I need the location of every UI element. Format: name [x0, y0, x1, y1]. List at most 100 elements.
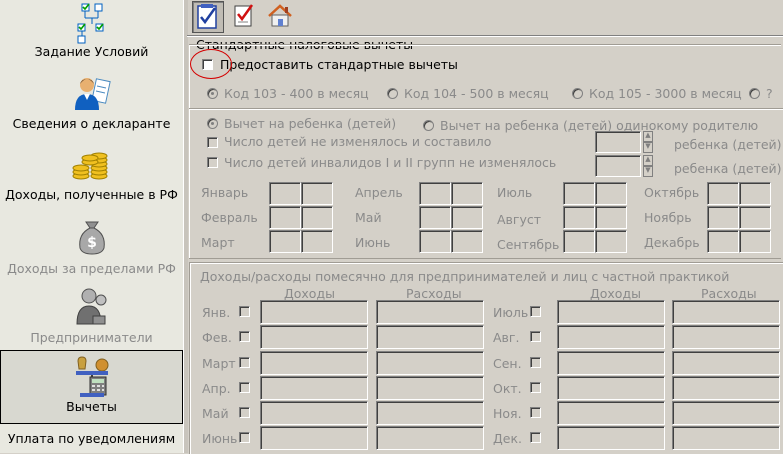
month-label: Ноябрь	[644, 210, 692, 225]
month-input[interactable]	[451, 206, 483, 229]
biz-income-input[interactable]	[260, 426, 368, 450]
month-input[interactable]	[563, 206, 595, 229]
month-input[interactable]	[739, 182, 771, 205]
disabled-children-input[interactable]	[595, 155, 641, 177]
biz-month-checkbox[interactable]	[530, 306, 541, 317]
biz-expense-input[interactable]	[376, 351, 484, 375]
month-input[interactable]	[451, 182, 483, 205]
sidebar-item-income-abroad[interactable]: $ Доходы за пределами РФ	[0, 216, 183, 278]
biz-income-input[interactable]	[557, 325, 665, 349]
biz-month-checkbox[interactable]	[530, 357, 541, 368]
disabled-children-spin-down[interactable]: ▼	[643, 166, 653, 177]
month-input[interactable]	[419, 206, 451, 229]
children-count-checkbox[interactable]	[207, 137, 218, 148]
month-input[interactable]	[419, 230, 451, 253]
sidebar-item-notification-payment[interactable]: Уплата по уведомлениям	[0, 430, 183, 453]
single-parent-radio[interactable]	[423, 120, 434, 131]
biz-income-input[interactable]	[260, 351, 368, 375]
biz-expense-input[interactable]	[672, 351, 780, 375]
code-105-radio[interactable]	[572, 88, 583, 99]
sidebar-item-deductions[interactable]: Вычеты	[0, 350, 183, 424]
month-input[interactable]	[301, 182, 333, 205]
sidebar-item-label: Вычеты	[66, 399, 117, 414]
biz-income-input[interactable]	[260, 325, 368, 349]
children-count-suffix: ребенка (детей)	[674, 137, 782, 152]
toolbar-button-check[interactable]	[229, 1, 261, 33]
biz-expense-input[interactable]	[376, 300, 484, 324]
children-count-spin-down[interactable]: ▼	[643, 142, 653, 153]
month-input[interactable]	[563, 182, 595, 205]
code-other-radio[interactable]	[749, 88, 760, 99]
month-input[interactable]	[707, 182, 739, 205]
children-count-spin-up[interactable]: ▲	[643, 131, 653, 142]
biz-income-input[interactable]	[557, 426, 665, 450]
toolbar-button-checklist[interactable]	[192, 1, 224, 33]
month-label: Май	[355, 210, 382, 225]
biz-month-checkbox[interactable]	[239, 382, 250, 393]
biz-income-input[interactable]	[557, 300, 665, 324]
month-input[interactable]	[451, 230, 483, 253]
code-104-radio[interactable]	[387, 88, 398, 99]
month-input[interactable]	[595, 206, 627, 229]
svg-text:$: $	[87, 235, 97, 251]
disabled-children-checkbox[interactable]	[207, 157, 218, 168]
biz-expense-input[interactable]	[672, 300, 780, 324]
biz-income-input[interactable]	[557, 401, 665, 425]
sidebar-item-entrepreneurs[interactable]: Предприниматели	[0, 286, 183, 348]
month-label: Июль	[497, 185, 533, 200]
sidebar-item-label: Сведения о декларанте	[12, 116, 171, 131]
biz-income-input[interactable]	[557, 376, 665, 400]
month-input[interactable]	[595, 230, 627, 253]
month-input[interactable]	[269, 206, 301, 229]
biz-month-checkbox[interactable]	[530, 407, 541, 418]
biz-month-label: Сен.	[493, 356, 522, 371]
biz-expense-input[interactable]	[376, 376, 484, 400]
biz-expense-input[interactable]	[672, 376, 780, 400]
biz-month-checkbox[interactable]	[530, 432, 541, 443]
month-input[interactable]	[739, 206, 771, 229]
biz-expense-input[interactable]	[672, 401, 780, 425]
code-105-label: Код 105 - 3000 в месяц	[589, 86, 742, 101]
sidebar: Задание Условий Сведения о декларанте До…	[0, 0, 184, 453]
col-expense-header: Расходы	[701, 286, 757, 301]
biz-month-checkbox[interactable]	[239, 357, 250, 368]
biz-expense-input[interactable]	[672, 426, 780, 450]
sidebar-item-declarant[interactable]: Сведения о декларанте	[0, 74, 183, 136]
month-input[interactable]	[301, 230, 333, 253]
biz-month-checkbox[interactable]	[530, 382, 541, 393]
toolbar-button-home[interactable]	[265, 1, 297, 33]
declarant-icon	[74, 78, 111, 110]
biz-month-checkbox[interactable]	[239, 331, 250, 342]
month-input[interactable]	[269, 182, 301, 205]
sidebar-item-conditions[interactable]: Задание Условий	[0, 0, 183, 68]
biz-month-checkbox[interactable]	[239, 432, 250, 443]
month-label: Февраль	[201, 210, 258, 225]
highlight-circle	[190, 49, 232, 79]
code-103-radio[interactable]	[207, 88, 218, 99]
month-input[interactable]	[563, 230, 595, 253]
sidebar-item-income-rf[interactable]: Доходы, полученные в РФ	[0, 146, 183, 206]
biz-income-input[interactable]	[260, 300, 368, 324]
child-deduction-radio[interactable]	[207, 118, 218, 129]
biz-expense-input[interactable]	[376, 426, 484, 450]
sidebar-item-label: Предприниматели	[30, 330, 153, 345]
biz-expense-input[interactable]	[376, 401, 484, 425]
biz-month-checkbox[interactable]	[530, 331, 541, 342]
biz-month-checkbox[interactable]	[239, 407, 250, 418]
biz-expense-input[interactable]	[376, 325, 484, 349]
biz-income-input[interactable]	[260, 376, 368, 400]
biz-income-input[interactable]	[557, 351, 665, 375]
month-input[interactable]	[707, 230, 739, 253]
biz-month-checkbox[interactable]	[239, 306, 250, 317]
month-input[interactable]	[739, 230, 771, 253]
month-input[interactable]	[419, 182, 451, 205]
month-input[interactable]	[707, 206, 739, 229]
month-input[interactable]	[301, 206, 333, 229]
children-count-input[interactable]	[595, 131, 641, 153]
month-input[interactable]	[269, 230, 301, 253]
month-input[interactable]	[595, 182, 627, 205]
col-expense-header: Расходы	[406, 286, 462, 301]
biz-expense-input[interactable]	[672, 325, 780, 349]
biz-income-input[interactable]	[260, 401, 368, 425]
disabled-children-spin-up[interactable]: ▲	[643, 155, 653, 166]
